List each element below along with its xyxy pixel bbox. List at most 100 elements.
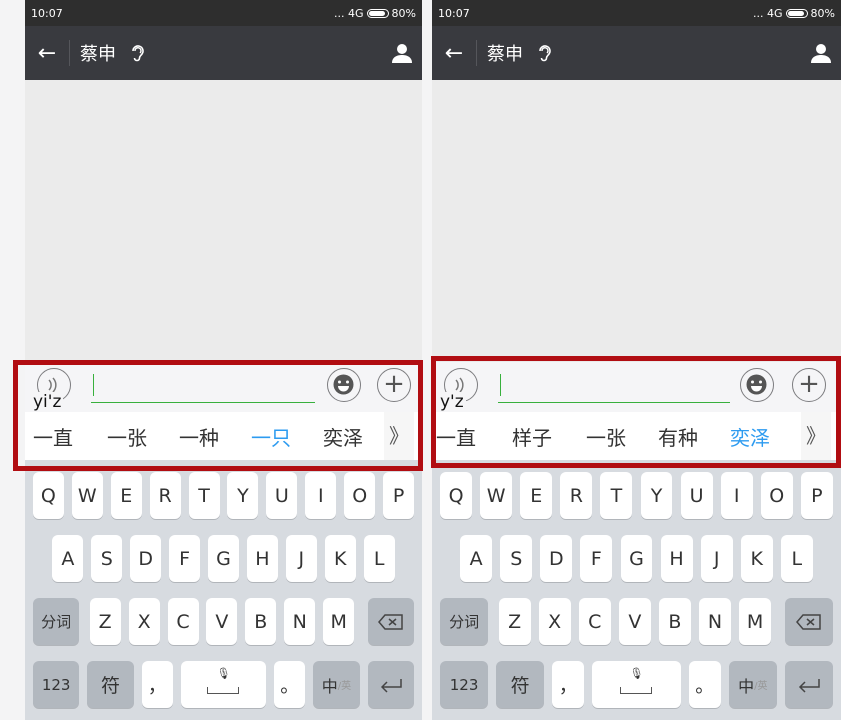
key-q[interactable]: Q	[32, 472, 64, 519]
candidate-4[interactable]: 有种	[658, 422, 698, 451]
key-m[interactable]: M	[323, 598, 355, 645]
key-g[interactable]: G	[620, 535, 653, 582]
key-u[interactable]: U	[266, 472, 298, 519]
key-f[interactable]: F	[580, 535, 613, 582]
key-x[interactable]: X	[538, 598, 571, 645]
key-b[interactable]: B	[245, 598, 277, 645]
key-k[interactable]: K	[324, 535, 356, 582]
key-g[interactable]: G	[208, 535, 239, 582]
fenci-key[interactable]: 分词	[32, 598, 80, 645]
key-i[interactable]: I	[305, 472, 337, 519]
more-candidates-button[interactable]: 》	[801, 412, 831, 460]
language-switch-key[interactable]: 中/英	[728, 661, 777, 708]
message-area[interactable]	[25, 80, 422, 362]
emoji-icon[interactable]	[327, 368, 361, 402]
header-divider	[476, 40, 477, 66]
key-j[interactable]: J	[700, 535, 733, 582]
battery-percent: 80%	[810, 6, 835, 20]
key-h[interactable]: H	[660, 535, 693, 582]
key-o[interactable]: O	[344, 472, 376, 519]
comma-key[interactable]: ，	[141, 661, 173, 708]
backspace-key[interactable]	[367, 598, 415, 645]
key-s[interactable]: S	[91, 535, 123, 582]
pinyin-composition: y'z	[438, 392, 466, 412]
key-h[interactable]: H	[246, 535, 278, 582]
key-w[interactable]: W	[71, 472, 103, 519]
comma-key[interactable]: ，	[552, 661, 585, 708]
key-u[interactable]: U	[680, 472, 713, 519]
numbers-key[interactable]: 123	[440, 661, 489, 708]
key-k[interactable]: K	[740, 535, 773, 582]
message-input[interactable]	[498, 402, 730, 403]
key-d[interactable]: D	[130, 535, 162, 582]
key-s[interactable]: S	[500, 535, 533, 582]
key-z[interactable]: Z	[89, 598, 121, 645]
back-arrow-icon[interactable]: ←	[25, 41, 69, 66]
candidate-1[interactable]: 一直	[436, 422, 476, 451]
candidate-4-selected[interactable]: 一只	[251, 422, 291, 451]
message-input[interactable]	[91, 402, 315, 403]
key-c[interactable]: C	[167, 598, 199, 645]
key-i[interactable]: I	[720, 472, 753, 519]
key-m[interactable]: M	[739, 598, 772, 645]
candidate-3[interactable]: 一种	[179, 422, 219, 451]
key-c[interactable]: C	[578, 598, 611, 645]
key-n[interactable]: N	[699, 598, 731, 645]
key-y[interactable]: Y	[640, 472, 673, 519]
key-n[interactable]: N	[284, 598, 316, 645]
space-key[interactable]: 🎙	[180, 661, 267, 708]
plus-icon[interactable]: +	[377, 368, 411, 402]
key-v[interactable]: V	[206, 598, 238, 645]
key-j[interactable]: J	[285, 535, 317, 582]
zh-label: 中	[321, 676, 338, 696]
candidate-1[interactable]: 一直	[33, 422, 73, 451]
keyboard: Q W E R T Y U I O P A S D F G H J K L 分词 Z X C V B N M 123 符， 🎙 。中/英	[432, 460, 841, 720]
key-e[interactable]: E	[110, 472, 142, 519]
candidate-2[interactable]: 样子	[512, 422, 552, 451]
enter-key[interactable]	[367, 661, 415, 708]
key-x[interactable]: X	[128, 598, 160, 645]
key-t[interactable]: T	[188, 472, 220, 519]
key-z[interactable]: Z	[498, 598, 531, 645]
key-p[interactable]: P	[383, 472, 415, 519]
chat-title: 蔡申	[487, 44, 523, 65]
key-p[interactable]: P	[800, 472, 833, 519]
space-key[interactable]: 🎙	[592, 661, 681, 708]
emoji-icon[interactable]	[740, 368, 774, 402]
key-l[interactable]: L	[363, 535, 395, 582]
key-b[interactable]: B	[658, 598, 691, 645]
key-r[interactable]: R	[560, 472, 593, 519]
person-icon[interactable]	[382, 42, 422, 64]
symbols-key[interactable]: 符	[87, 661, 134, 708]
person-icon[interactable]	[801, 42, 841, 64]
language-switch-key[interactable]: 中/英	[313, 661, 360, 708]
key-q[interactable]: Q	[440, 472, 473, 519]
candidate-5-selected[interactable]: 奕泽	[730, 422, 770, 451]
more-candidates-button[interactable]: 》	[384, 412, 414, 460]
period-key[interactable]: 。	[274, 661, 306, 708]
backspace-key[interactable]	[784, 598, 833, 645]
candidate-3[interactable]: 一张	[586, 422, 626, 451]
numbers-key[interactable]: 123	[32, 661, 80, 708]
key-l[interactable]: L	[780, 535, 813, 582]
key-t[interactable]: T	[600, 472, 633, 519]
plus-icon[interactable]: +	[792, 368, 826, 402]
key-f[interactable]: F	[169, 535, 201, 582]
message-area[interactable]	[432, 80, 841, 362]
fenci-key[interactable]: 分词	[440, 598, 489, 645]
candidate-5[interactable]: 奕泽	[323, 422, 363, 451]
key-d[interactable]: D	[540, 535, 573, 582]
key-a[interactable]: A	[460, 535, 493, 582]
key-y[interactable]: Y	[227, 472, 259, 519]
enter-key[interactable]	[784, 661, 833, 708]
key-o[interactable]: O	[760, 472, 793, 519]
symbols-key[interactable]: 符	[496, 661, 545, 708]
key-w[interactable]: W	[480, 472, 513, 519]
back-arrow-icon[interactable]: ←	[432, 41, 476, 66]
key-r[interactable]: R	[149, 472, 181, 519]
key-v[interactable]: V	[618, 598, 651, 645]
candidate-2[interactable]: 一张	[107, 422, 147, 451]
period-key[interactable]: 。	[688, 661, 721, 708]
key-e[interactable]: E	[520, 472, 553, 519]
key-a[interactable]: A	[52, 535, 84, 582]
